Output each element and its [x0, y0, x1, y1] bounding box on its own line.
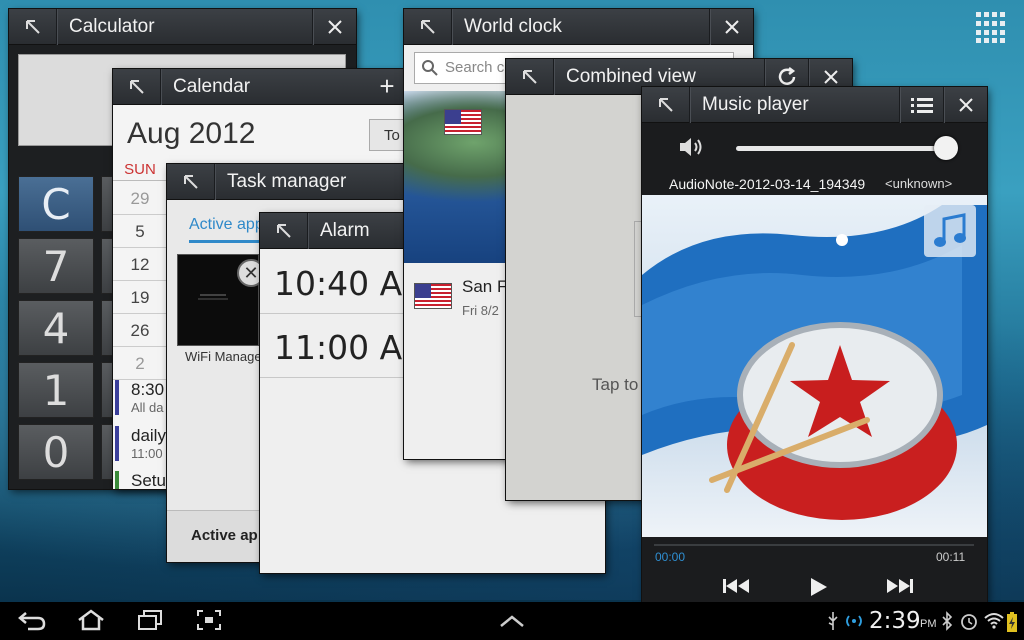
chevron-up-icon[interactable] — [499, 614, 525, 628]
system-bar: 2:39 PM — [0, 602, 1024, 640]
music-player-window[interactable]: Music player AudioNote-2012-03-14_194349… — [642, 87, 987, 602]
event-item[interactable]: Setu — [115, 471, 169, 489]
window-title: Calendar — [173, 75, 251, 97]
expand-arrow-icon[interactable] — [113, 69, 161, 105]
calendar-day[interactable]: 19 — [113, 282, 167, 314]
close-icon[interactable] — [709, 9, 753, 45]
apps-grid-icon[interactable] — [976, 12, 1008, 44]
music-player-titlebar[interactable]: Music player — [642, 87, 987, 123]
album-art — [642, 195, 987, 537]
expand-arrow-icon[interactable] — [260, 213, 308, 249]
app-label: WiFi Manage — [185, 349, 262, 364]
calculator-titlebar[interactable]: Calculator — [9, 9, 356, 45]
current-time: 00:00 — [655, 550, 686, 564]
tap-hint: Tap to — [592, 375, 639, 394]
clear-button[interactable]: C — [18, 176, 94, 232]
event-subtitle: 11:00 — [131, 446, 163, 461]
calendar-titlebar[interactable]: Calendar + — [113, 69, 409, 105]
bluetooth-icon — [942, 611, 953, 631]
event-subtitle: All da — [131, 400, 164, 415]
weekday-header: SUN — [113, 161, 167, 181]
recent-apps-icon[interactable] — [137, 609, 163, 631]
calendar-day[interactable]: 5 — [113, 216, 167, 248]
event-time: Setu — [131, 471, 166, 489]
play-icon[interactable] — [808, 577, 828, 597]
screenshot-icon[interactable] — [196, 609, 222, 631]
city-name: San F — [462, 277, 508, 296]
track-title: AudioNote-2012-03-14_194349 — [669, 176, 866, 192]
task-manager-titlebar[interactable]: Task manager — [167, 164, 412, 200]
total-time: 00:11 — [936, 550, 966, 564]
event-time: 8:30 — [131, 380, 165, 399]
back-icon[interactable] — [18, 609, 46, 631]
key-7-button[interactable]: 7 — [18, 238, 94, 294]
wifi-direct-icon — [846, 615, 862, 627]
alarm-clock-icon — [961, 614, 977, 630]
window-title: World clock — [464, 15, 562, 37]
home-icon[interactable] — [76, 609, 106, 631]
expand-arrow-icon[interactable] — [642, 87, 690, 123]
expand-arrow-icon[interactable] — [404, 9, 452, 45]
add-icon[interactable]: + — [365, 69, 409, 105]
battery-charging-icon — [1007, 612, 1017, 632]
music-note-icon — [934, 213, 966, 247]
usb-icon — [828, 612, 838, 630]
event-time: daily — [131, 426, 166, 445]
key-4-button[interactable]: 4 — [18, 300, 94, 356]
close-icon[interactable] — [943, 87, 987, 123]
calendar-day[interactable]: 2 — [113, 348, 167, 380]
key-0-button[interactable]: 0 — [18, 424, 94, 480]
calendar-day[interactable]: 12 — [113, 249, 167, 281]
previous-track-icon[interactable] — [722, 577, 750, 595]
clock-time: 2:39 — [869, 608, 921, 634]
expand-arrow-icon[interactable] — [506, 59, 554, 95]
month-label: Aug 2012 — [127, 117, 256, 150]
playback-progress-bar[interactable] — [654, 544, 974, 546]
world-clock-titlebar[interactable]: World clock — [404, 9, 753, 45]
event-item[interactable]: 8:30 All da — [115, 380, 169, 415]
calendar-day[interactable]: 26 — [113, 315, 167, 347]
us-flag-icon[interactable] — [444, 109, 482, 135]
clock-ampm: PM — [920, 618, 937, 630]
event-item[interactable]: daily 11:00 — [115, 426, 169, 461]
key-1-button[interactable]: 1 — [18, 362, 94, 418]
volume-slider[interactable] — [736, 146, 948, 151]
window-title: Music player — [702, 93, 809, 115]
playlist-icon[interactable] — [899, 87, 943, 123]
search-icon — [422, 60, 438, 76]
next-track-icon[interactable] — [886, 577, 914, 595]
calendar-day[interactable]: 29 — [113, 183, 167, 215]
window-title: Task manager — [227, 170, 347, 192]
window-title: Calculator — [69, 15, 155, 37]
us-flag-icon — [414, 283, 452, 309]
track-artist: <unknown> — [885, 176, 953, 191]
wifi-icon — [984, 613, 1004, 629]
expand-arrow-icon[interactable] — [167, 164, 215, 200]
close-icon[interactable] — [312, 9, 356, 45]
volume-slider-handle[interactable] — [934, 136, 958, 160]
expand-arrow-icon[interactable] — [9, 9, 57, 45]
window-title: Combined view — [566, 65, 696, 87]
today-button[interactable]: To — [369, 119, 409, 151]
speaker-icon[interactable] — [678, 135, 706, 159]
city-date: Fri 8/2 — [462, 303, 499, 318]
